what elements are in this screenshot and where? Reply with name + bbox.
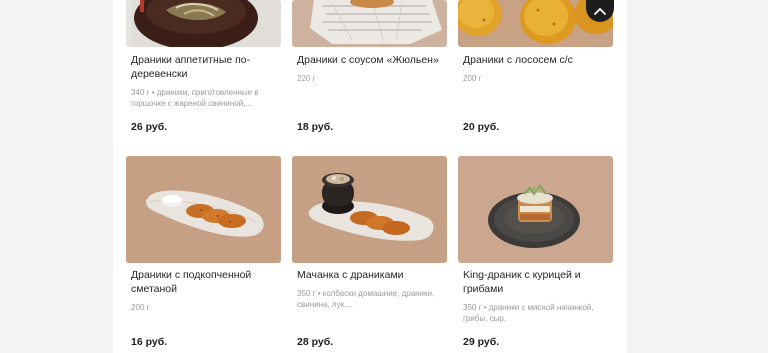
product-price: 26 руб. bbox=[131, 121, 168, 133]
product-description: 350 г • колбаски домашние, драники, свин… bbox=[297, 289, 435, 309]
product-title[interactable]: Мачанка с драниками bbox=[297, 268, 445, 282]
product-title[interactable]: Драники с соусом «Жюльен» bbox=[297, 53, 445, 67]
product-card[interactable]: Драники с подкопченной сметаной 200 г 16… bbox=[126, 156, 281, 353]
product-card[interactable]: King-драник с курицей и грибами 350 г • … bbox=[458, 156, 613, 353]
product-price: 16 руб. bbox=[131, 336, 168, 348]
product-description: 220 г bbox=[297, 74, 316, 83]
product-description: 350 г • драники с мясной начинкой, грибы… bbox=[463, 303, 594, 323]
product-photo[interactable] bbox=[292, 156, 447, 263]
product-card[interactable]: Драники с соусом «Жюльен» 220 г 18 руб. bbox=[292, 0, 447, 150]
product-grid: Драники аппетитные по-деревенски 340 г •… bbox=[113, 0, 627, 353]
product-title[interactable]: Драники аппетитные по-деревенски bbox=[131, 53, 279, 81]
product-price: 29 руб. bbox=[463, 336, 500, 348]
product-title[interactable]: King-драник с курицей и грибами bbox=[463, 268, 611, 296]
product-title[interactable]: Драники с подкопченной сметаной bbox=[131, 268, 279, 296]
product-description: 200 г bbox=[463, 74, 482, 83]
product-price: 28 руб. bbox=[297, 336, 334, 348]
product-description: 340 г • драники, приготовленные в горшоч… bbox=[131, 88, 259, 108]
product-photo[interactable] bbox=[126, 156, 281, 263]
chevron-up-icon bbox=[594, 8, 606, 15]
product-card[interactable]: Мачанка с драниками 350 г • колбаски дом… bbox=[292, 156, 447, 353]
product-photo[interactable] bbox=[292, 0, 447, 47]
product-price: 18 руб. bbox=[297, 121, 334, 133]
product-card[interactable]: Драники аппетитные по-деревенски 340 г •… bbox=[126, 0, 281, 150]
product-photo[interactable] bbox=[126, 0, 281, 47]
product-price: 20 руб. bbox=[463, 121, 500, 133]
product-card[interactable]: Драники с лососем с/с 200 г 20 руб. bbox=[458, 0, 613, 150]
product-title[interactable]: Драники с лососем с/с bbox=[463, 53, 611, 67]
product-photo[interactable] bbox=[458, 156, 613, 263]
product-description: 200 г bbox=[131, 303, 150, 312]
